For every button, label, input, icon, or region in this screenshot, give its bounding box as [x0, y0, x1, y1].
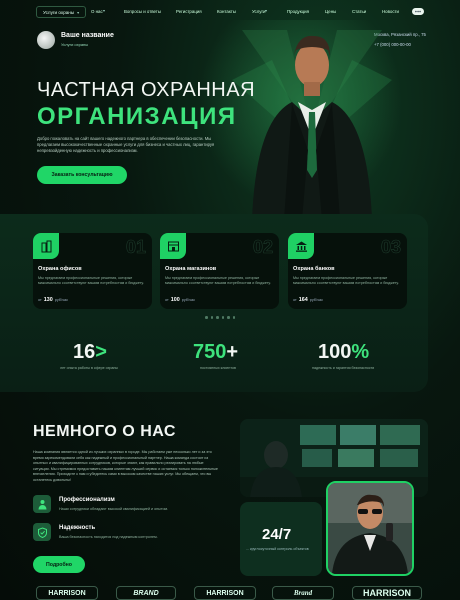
carousel-dot[interactable]	[210, 316, 213, 319]
hero-title-line2: ОРГАНИЗАЦИЯ	[37, 103, 237, 130]
shop-icon	[160, 233, 186, 259]
card-number: 03	[380, 237, 402, 258]
carousel-dot[interactable]	[221, 316, 224, 319]
price-from: от	[293, 298, 297, 302]
brand-subtitle: Услуги охраны	[61, 42, 89, 47]
stat-suffix: >	[95, 341, 107, 363]
stat-reliability-label: надежность и гарантия безопасности	[312, 366, 375, 370]
partner-logo: HARRISON	[194, 586, 256, 600]
card-price: от 130 руб/час	[38, 297, 68, 303]
carousel-dot[interactable]	[216, 316, 219, 319]
service-card-offices[interactable]: 01 Охрана офисов Мы предлагаем профессио…	[33, 233, 152, 309]
support-value: 24/7	[262, 526, 292, 543]
stat-suffix: %	[351, 341, 370, 363]
carousel-dot[interactable]	[232, 316, 235, 319]
feature-text: Ваша безопасность находится под надежным…	[59, 535, 158, 539]
nav-link-about[interactable]: О нас	[91, 9, 103, 14]
carousel-dot[interactable]	[227, 316, 230, 319]
partner-logo: BRAND	[116, 586, 176, 600]
price-unit: руб/час	[181, 298, 196, 302]
stat-number: 16	[73, 341, 96, 363]
feature-title: Профессионализм	[59, 497, 115, 503]
price-from: от	[38, 298, 42, 302]
card-title: Охрана банков	[293, 266, 335, 272]
office-building-icon	[33, 233, 59, 259]
nav-link-contacts[interactable]: Контакты	[217, 9, 236, 14]
brand-name: Ваше название	[61, 32, 114, 39]
chevron-down-icon: ▾	[103, 8, 106, 13]
nav-link-services[interactable]: Услуги	[252, 9, 266, 14]
card-description: Мы предлагаем профессиональные решения, …	[165, 276, 271, 286]
stat-years-label: лет опыта работы в сфере охраны	[60, 366, 118, 370]
consultation-button[interactable]: Заказать консультацию	[37, 166, 127, 184]
price-value: 100	[170, 297, 180, 303]
search-button[interactable]: +++	[412, 8, 424, 15]
stat-clients-label: постоянных клиентов	[200, 366, 236, 370]
stat-number: 100	[318, 341, 352, 363]
card-title: Охрана магазинов	[165, 266, 217, 272]
nav-link-faq[interactable]: Вопросы и ответы	[124, 9, 161, 14]
professional-guard-icon	[33, 495, 51, 513]
nav-link-register[interactable]: Регистрация	[176, 9, 202, 14]
partner-logo: HARRISON	[352, 586, 422, 600]
carousel-dots[interactable]	[205, 316, 235, 319]
nav-link-prices[interactable]: Цены	[325, 9, 336, 14]
carousel-dot[interactable]	[205, 316, 208, 319]
stat-clients-value: 750+	[193, 341, 238, 364]
support-24-7-box: 24/7 ... круглосуточный контроль объекто…	[240, 502, 322, 576]
hero-title-line1: ЧАСТНАЯ ОХРАННАЯ	[37, 79, 256, 101]
support-label: ... круглосуточный контроль объектов	[246, 547, 309, 551]
shield-check-icon	[33, 523, 51, 541]
card-number: 01	[125, 237, 147, 258]
chevron-down-icon: ▾	[265, 8, 268, 13]
card-description: Мы предлагаем профессиональные решения, …	[293, 276, 399, 286]
stat-number: 750	[193, 341, 227, 363]
services-dropdown-label: Услуги охраны	[43, 9, 75, 15]
about-title: НЕМНОГО О НАС	[33, 423, 176, 440]
price-unit: руб/час	[309, 298, 324, 302]
bank-icon	[288, 233, 314, 259]
price-value: 164	[298, 297, 308, 303]
nav-link-products[interactable]: Продукция	[287, 9, 309, 14]
stat-reliability-value: 100%	[318, 341, 369, 364]
card-price: от 164 руб/час	[293, 297, 323, 303]
guard-with-radio-photo	[326, 481, 414, 576]
card-description: Мы предлагаем профессиональные решения, …	[38, 276, 144, 286]
feature-text: Наши сотрудники обладают высокой квалифи…	[59, 507, 169, 511]
hero-guard-image	[232, 30, 392, 220]
card-number: 02	[252, 237, 274, 258]
chevron-down-icon: ▾	[77, 9, 80, 15]
stat-years-value: 16>	[73, 341, 107, 364]
price-unit: руб/час	[54, 298, 69, 302]
logo-icon[interactable]	[37, 31, 55, 49]
service-card-shops[interactable]: 02 Охрана магазинов Мы предлагаем профес…	[160, 233, 279, 309]
card-price: от 100 руб/час	[165, 297, 195, 303]
nav-link-news[interactable]: Новости	[382, 9, 399, 14]
partner-logo: HARRISON	[36, 586, 98, 600]
price-from: от	[165, 298, 169, 302]
hero-description: Добро пожаловать на сайт вашего надежног…	[37, 136, 215, 153]
feature-title: Надежность	[59, 525, 96, 531]
nav-link-articles[interactable]: Статьи	[352, 9, 366, 14]
partner-logo: Brand	[272, 586, 334, 600]
price-value: 130	[43, 297, 53, 303]
service-card-banks[interactable]: 03 Охрана банков Мы предлагаем профессио…	[288, 233, 407, 309]
card-title: Охрана офисов	[38, 266, 82, 272]
services-dropdown[interactable]: Услуги охраны ▾	[36, 6, 87, 18]
stat-suffix: +	[226, 341, 239, 363]
about-text: Наша компания является одной из лучших о…	[33, 450, 218, 482]
more-button[interactable]: Подробно	[33, 556, 85, 573]
